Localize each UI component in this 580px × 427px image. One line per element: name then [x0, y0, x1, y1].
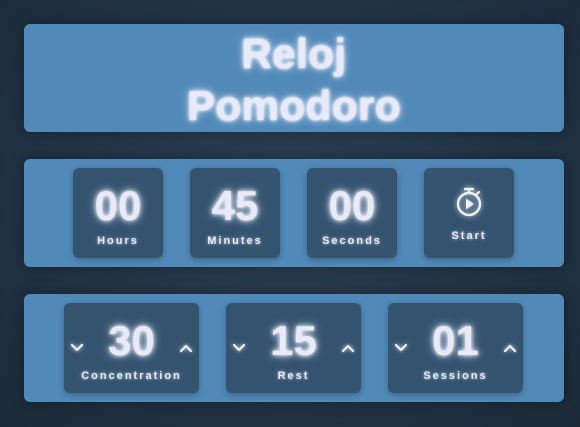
app-title-line-2: Pomodoro [187, 82, 401, 129]
hours-label: Hours [97, 235, 139, 247]
minutes-value: 45 [211, 182, 259, 229]
rest-label: Rest [277, 370, 310, 382]
hours-display: 00 Hours [73, 168, 163, 258]
title-panel: Reloj Pomodoro [24, 24, 564, 132]
seconds-label: Seconds [322, 235, 382, 247]
concentration-label: Concentration [81, 370, 182, 382]
settings-panel: 30 Concentration 15 Rest 01 Sessions [24, 294, 564, 402]
hours-value: 00 [94, 182, 142, 229]
seconds-value: 00 [328, 182, 376, 229]
rest-increment-chevron-up-icon[interactable] [340, 341, 356, 355]
sessions-control: 01 Sessions [388, 303, 523, 393]
minutes-display: 45 Minutes [190, 168, 280, 258]
app-title-line-1: Reloj [241, 30, 347, 77]
start-button[interactable]: Start [424, 168, 514, 258]
sessions-increment-chevron-up-icon[interactable] [502, 341, 518, 355]
sessions-label: Sessions [423, 370, 488, 382]
concentration-increment-chevron-up-icon[interactable] [178, 341, 194, 355]
stopwatch-play-icon [456, 187, 482, 217]
minutes-label: Minutes [207, 235, 263, 247]
rest-control: 15 Rest [226, 303, 361, 393]
start-label: Start [451, 230, 487, 242]
timer-panel: 00 Hours 45 Minutes 00 Seconds Start [24, 159, 564, 267]
concentration-control: 30 Concentration [64, 303, 199, 393]
seconds-display: 00 Seconds [307, 168, 397, 258]
